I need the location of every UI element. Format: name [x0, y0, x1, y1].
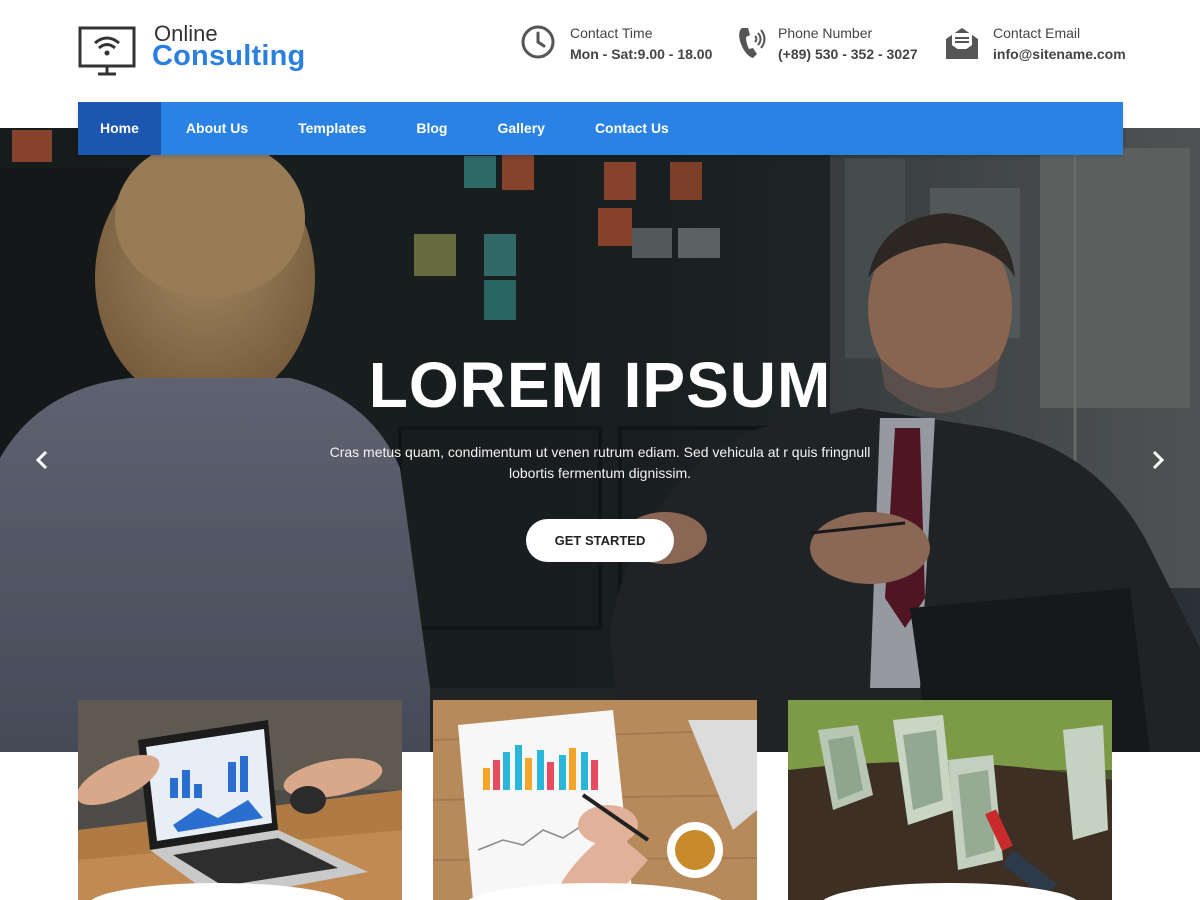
- get-started-button[interactable]: GET STARTED: [526, 519, 674, 562]
- clock-icon: [521, 25, 555, 59]
- monitor-wifi-icon: [78, 26, 136, 76]
- site-logo[interactable]: Online Consulting: [78, 20, 308, 80]
- phone-icon: [739, 28, 766, 58]
- contact-phone-label: Phone Number: [778, 25, 873, 41]
- site-header: Online Consulting Contact Time Mon - Sat…: [0, 0, 1200, 102]
- contact-time: Contact Time Mon - Sat:9.00 - 18.00: [520, 22, 720, 72]
- logo-line-2: Consulting: [152, 40, 306, 72]
- contact-email-value[interactable]: info@sitename.com: [993, 46, 1126, 62]
- contact-phone-value[interactable]: (+89) 530 - 352 - 3027: [778, 46, 918, 62]
- laptop-analytics-photo: [78, 700, 402, 900]
- feature-card-1[interactable]: [78, 700, 402, 900]
- hero-title: LOREM IPSUM: [368, 349, 832, 421]
- chevron-left-icon[interactable]: [30, 448, 54, 472]
- main-nav: Home About Us Templates Blog Gallery Con…: [78, 102, 1123, 155]
- nav-item-contact-us[interactable]: Contact Us: [570, 102, 694, 155]
- nav-item-home[interactable]: Home: [78, 102, 161, 155]
- nav-item-about-us[interactable]: About Us: [161, 102, 273, 155]
- money-plant-photo: [788, 700, 1112, 900]
- hero-background-photo: [0, 128, 1200, 752]
- nav-item-templates[interactable]: Templates: [273, 102, 391, 155]
- hero-description: Cras metus quam, condimentum ut venen ru…: [329, 444, 871, 481]
- feature-card-3[interactable]: [788, 700, 1112, 900]
- feature-card-2[interactable]: [433, 700, 757, 900]
- contact-time-label: Contact Time: [570, 25, 653, 41]
- contact-email: Contact Email info@sitename.com: [943, 22, 1128, 72]
- nav-item-gallery[interactable]: Gallery: [472, 102, 569, 155]
- hero-slider: LOREM IPSUM Cras metus quam, condimentum…: [0, 128, 1200, 752]
- bar-chart-report-photo: [433, 700, 757, 900]
- contact-time-value: Mon - Sat:9.00 - 18.00: [570, 46, 713, 62]
- nav-item-blog[interactable]: Blog: [391, 102, 472, 155]
- envelope-icon: [946, 28, 978, 59]
- contact-phone: Phone Number (+89) 530 - 352 - 3027: [736, 22, 936, 72]
- contact-email-label: Contact Email: [993, 25, 1081, 41]
- chevron-right-icon[interactable]: [1146, 448, 1170, 472]
